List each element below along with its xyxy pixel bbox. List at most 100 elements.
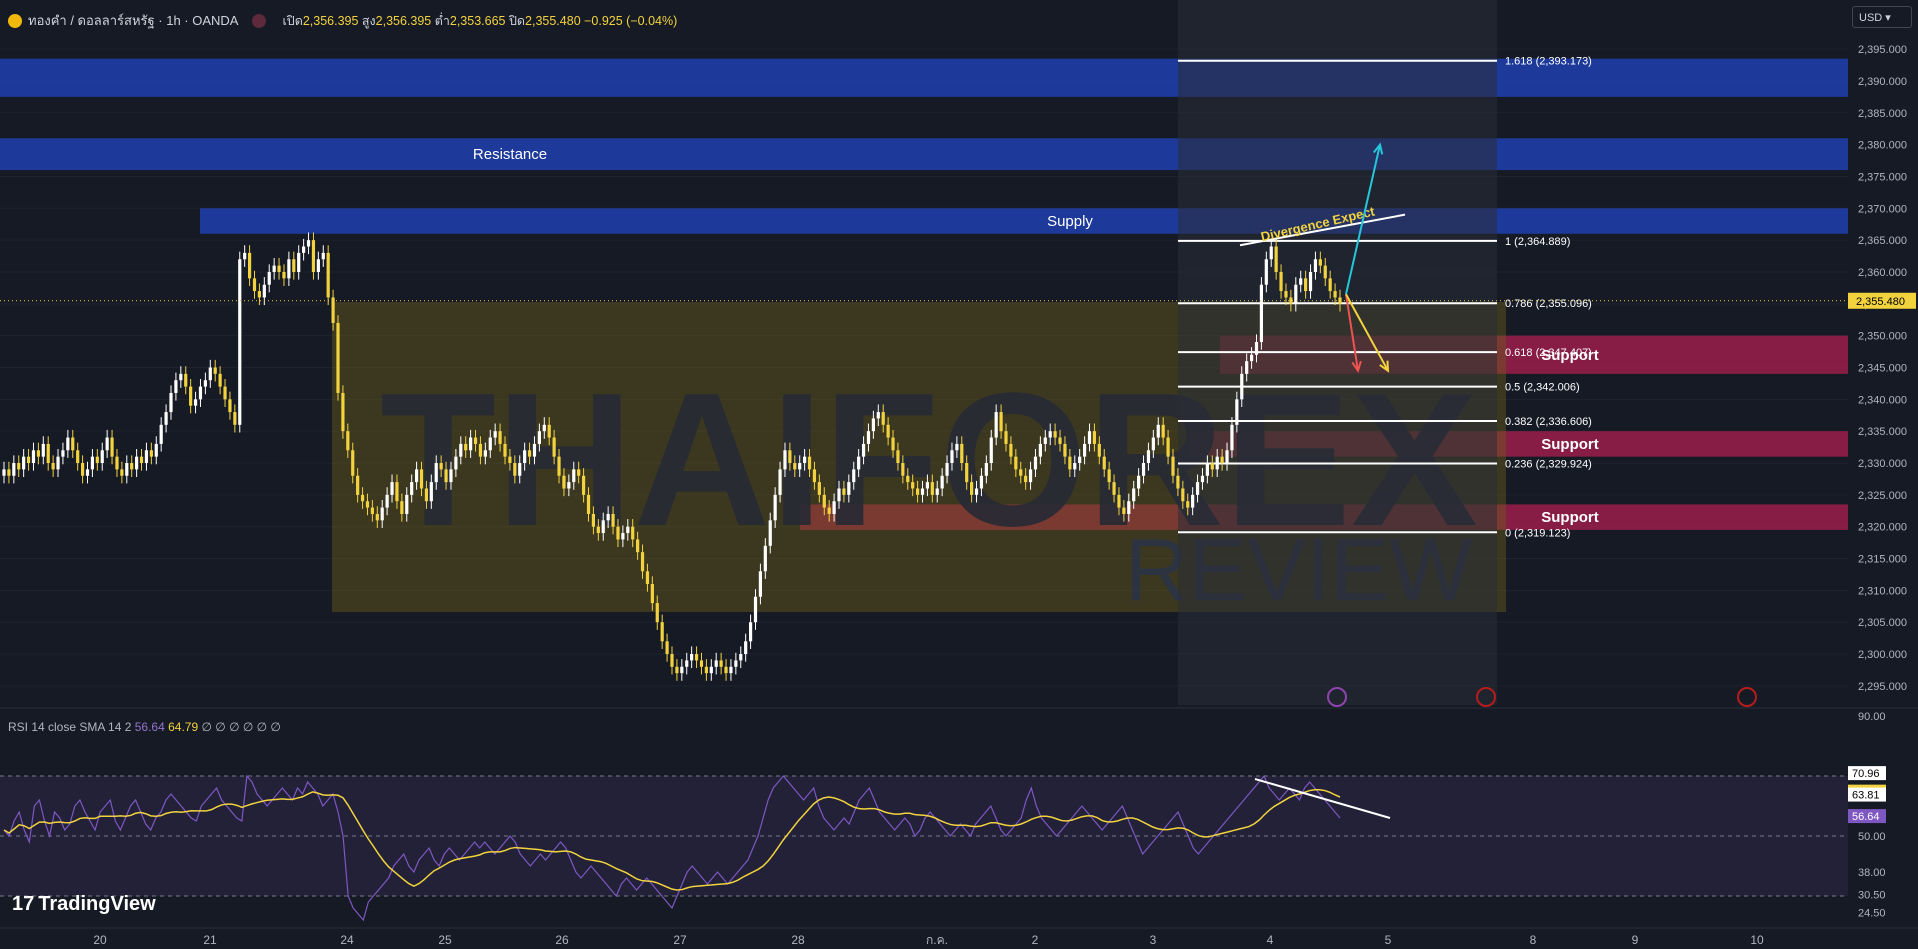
- candle-body: [1308, 271, 1313, 292]
- candle-body: [1004, 431, 1008, 444]
- candle-body: [527, 450, 532, 457]
- candle-body: [503, 443, 507, 457]
- time-tick-label: 25: [438, 933, 452, 947]
- candle-body: [788, 450, 792, 464]
- candle-body: [694, 654, 699, 661]
- candle-body: [852, 469, 856, 483]
- candle-body: [1186, 501, 1190, 508]
- candle-body: [999, 412, 1003, 432]
- candle-body: [287, 259, 291, 279]
- candle-body: [803, 456, 807, 464]
- candle-body: [1191, 494, 1195, 508]
- candle-body: [41, 443, 45, 457]
- candle-body: [208, 367, 212, 381]
- tradingview-logo[interactable]: 17 TradingView: [12, 893, 156, 916]
- candle-body: [817, 482, 821, 495]
- candle-body: [360, 494, 365, 502]
- candle-body: [51, 463, 55, 470]
- rsi-extras: ∅ ∅ ∅ ∅ ∅ ∅: [201, 720, 281, 734]
- candle-body: [498, 431, 502, 444]
- fib-level-label: 0 (2,319.123): [1505, 527, 1570, 539]
- candle-body: [857, 456, 861, 470]
- candle-body: [493, 431, 497, 438]
- candle-body: [297, 252, 301, 272]
- time-tick-label: 24: [340, 933, 354, 947]
- candle-body: [965, 463, 969, 483]
- candle-body: [95, 456, 99, 464]
- candle-body: [247, 252, 252, 279]
- time-tick-label: 9: [1632, 933, 1639, 947]
- price-tick-label: 2,320.000: [1858, 522, 1907, 534]
- candle-body: [626, 526, 630, 534]
- candle-body: [866, 431, 871, 444]
- candle-body: [1264, 259, 1268, 285]
- chart-canvas[interactable]: ResistanceSupplySupportSupportSupport TH…: [0, 0, 1918, 949]
- rsi-tick-label: 38.00: [1858, 867, 1886, 879]
- candle-body: [960, 443, 964, 464]
- candle-body: [1245, 361, 1249, 374]
- candle-body: [793, 463, 797, 470]
- candle-body: [925, 482, 930, 489]
- candle-body: [115, 456, 119, 470]
- candle-body: [130, 463, 134, 470]
- symbol-title[interactable]: ทองคำ / ดอลลาร์สหรัฐ · 1h · OANDA: [28, 10, 238, 31]
- candle-body: [1028, 469, 1033, 483]
- candle-body: [414, 469, 419, 483]
- ohlc-values: เปิด2,356.395 สูง2,356.395 ต่ำ2,353.665 …: [282, 13, 678, 28]
- candle-body: [606, 513, 610, 521]
- price-tick-label: 2,350.000: [1858, 331, 1907, 343]
- candle-body: [636, 539, 640, 553]
- candle-body: [763, 545, 767, 572]
- candle-body: [596, 526, 600, 534]
- candle-body: [1240, 373, 1244, 400]
- price-tick-label: 2,335.000: [1858, 426, 1907, 438]
- candle-body: [1225, 450, 1229, 464]
- candle-body: [911, 482, 915, 489]
- candle-body: [655, 603, 659, 623]
- currency-select[interactable]: USD ▾: [1852, 6, 1912, 28]
- candle-body: [739, 654, 743, 661]
- candle-body: [734, 660, 738, 667]
- time-tick-label: 8: [1530, 933, 1537, 947]
- candle-body: [1073, 463, 1077, 470]
- candle-body: [861, 443, 866, 457]
- candle-body: [994, 412, 998, 438]
- candle-body: [906, 475, 910, 483]
- time-tick-label: 3: [1150, 933, 1157, 947]
- candle-body: [12, 463, 16, 476]
- candle-body: [380, 507, 384, 521]
- candle-body: [1284, 291, 1288, 298]
- candle-body: [621, 533, 625, 540]
- candle-body: [1210, 463, 1214, 470]
- price-tick-label: 2,310.000: [1858, 585, 1907, 597]
- candle-body: [311, 240, 316, 272]
- candle-body: [1318, 259, 1322, 266]
- candle-body: [434, 463, 438, 483]
- candle-body: [85, 469, 90, 476]
- candle-body: [424, 488, 429, 502]
- price-tick-label: 2,325.000: [1858, 490, 1907, 502]
- candle-body: [640, 552, 645, 572]
- price-tick-label: 2,385.000: [1858, 108, 1907, 120]
- rsi-badge-label: 63.81: [1852, 790, 1880, 802]
- candle-body: [935, 488, 939, 495]
- candle-body: [321, 252, 325, 260]
- candle-body: [184, 373, 188, 387]
- candle-body: [1299, 278, 1303, 285]
- candle-body: [827, 507, 831, 514]
- candle-body: [1200, 475, 1205, 483]
- candle-body: [1156, 424, 1160, 438]
- candle-body: [970, 482, 974, 495]
- candle-body: [400, 501, 404, 514]
- candle-body: [1058, 437, 1062, 444]
- candle-body: [1195, 482, 1200, 495]
- candle-body: [832, 501, 836, 514]
- candle-body: [473, 437, 478, 444]
- candle-body: [159, 424, 163, 444]
- price-tick-label: 2,295.000: [1858, 681, 1907, 693]
- candle-body: [449, 469, 453, 483]
- rsi-badge-label: 70.96: [1852, 768, 1880, 780]
- candle-body: [1249, 354, 1254, 362]
- candle-body: [685, 660, 689, 667]
- candle-body: [277, 265, 281, 272]
